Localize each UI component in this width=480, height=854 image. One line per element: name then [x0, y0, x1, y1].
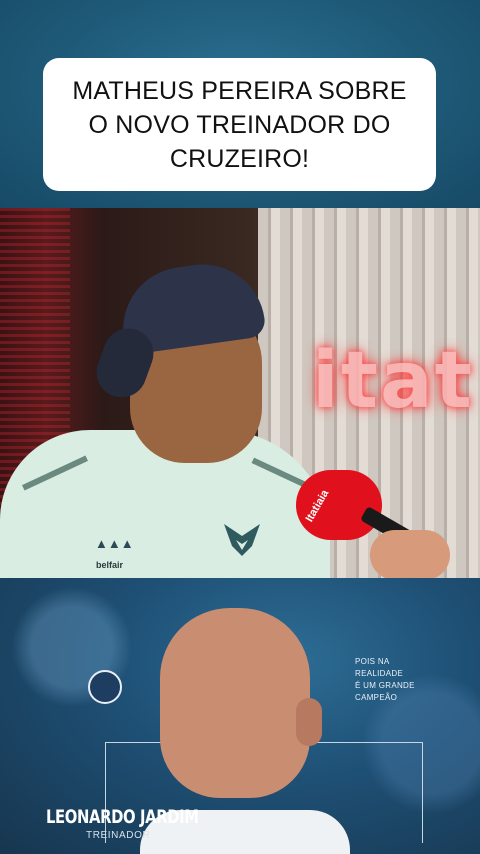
coach-announcement-card: POIS NA REALIDADE É UM GRANDE CAMPEÃO LE…	[0, 578, 480, 854]
shirt-sponsor: belfair	[96, 560, 124, 570]
interviewer-hand	[370, 530, 450, 578]
coach-head	[160, 608, 310, 798]
headline-card: MATHEUS PEREIRA SOBRE O NOVO TREINADOR D…	[43, 58, 436, 191]
cruzeiro-crest-icon	[88, 670, 122, 704]
quote-line: CAMPEÃO	[355, 693, 398, 702]
shirt-stripe	[22, 455, 88, 491]
coach-quote: POIS NA REALIDADE É UM GRANDE CAMPEÃO	[355, 656, 445, 704]
quote-line: É UM GRANDE	[355, 681, 415, 690]
fox-crest-icon	[224, 524, 260, 556]
interview-video-frame: itat ▲▲▲ belfair Itatiaia	[0, 208, 480, 578]
neon-sign: itat	[312, 336, 474, 426]
coach-ear	[296, 698, 322, 746]
adidas-logo-icon: ▲▲▲	[95, 536, 134, 551]
quote-line: REALIDADE	[355, 669, 404, 678]
microphone-windscreen	[296, 470, 382, 540]
coach-name: LEONARDO JARDIM	[46, 806, 199, 828]
quote-line: POIS NA	[355, 657, 390, 666]
coach-role: TREINADOR	[86, 830, 151, 841]
headline-text: MATHEUS PEREIRA SOBRE O NOVO TREINADOR D…	[72, 76, 407, 173]
